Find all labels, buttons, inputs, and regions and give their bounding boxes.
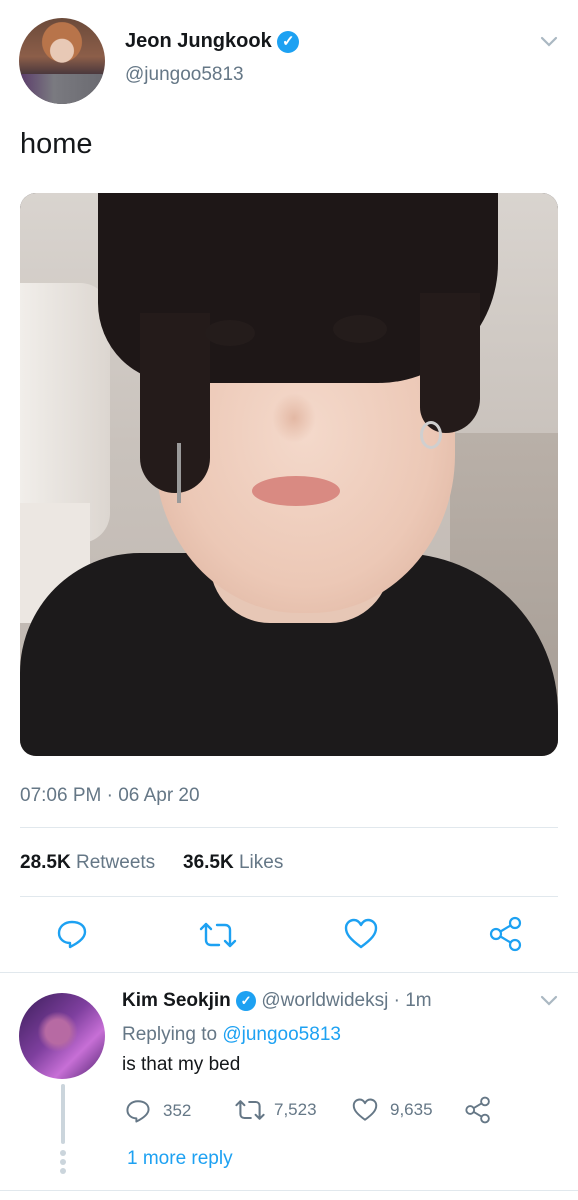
reply-like-action[interactable]: 9,635 [352,1098,433,1122]
tweet-timestamp[interactable]: 07:06 PM · 06 Apr 20 [20,785,200,807]
divider [20,827,558,828]
reply-header[interactable]: Kim Seokjin ✓ @worldwideksj · 1m [122,990,432,1012]
thread-line [61,1084,65,1144]
retweets-count: 28.5K [20,852,71,873]
reply-icon[interactable] [56,918,88,950]
reply-chevron-down-icon[interactable] [540,994,558,1012]
reply-text: is that my bed [122,1054,241,1075]
retweets-stat[interactable]: 28.5K Retweets [20,852,155,874]
reply-retweet-count: 7,523 [274,1100,317,1119]
share-icon[interactable] [464,1096,492,1124]
author-avatar[interactable] [19,18,105,104]
replying-handle-link[interactable]: @jungoo5813 [222,1024,341,1045]
reply-icon[interactable] [125,1098,151,1124]
reply-like-count: 9,635 [390,1100,433,1119]
verified-badge-icon: ✓ [277,30,300,53]
chevron-down-icon[interactable] [540,28,558,54]
author-handle[interactable]: @jungoo5813 [125,64,244,86]
author-name[interactable]: Jeon Jungkook [125,30,272,52]
thread-dot [60,1168,66,1174]
reply-time: · 1m [393,990,432,1011]
thread-dot [60,1159,66,1165]
divider [20,896,558,897]
reply-count: 352 [163,1101,192,1120]
reply-author-name[interactable]: Kim Seokjin [122,990,231,1011]
divider [0,972,578,973]
like-icon[interactable] [352,1098,378,1122]
more-replies-link[interactable]: 1 more reply [127,1148,233,1170]
likes-stat[interactable]: 36.5K Likes [183,852,283,874]
reply-reply-action[interactable]: 352 [125,1098,191,1124]
author-name-row[interactable]: Jeon Jungkook ✓ [125,30,300,53]
tweet-text: home [20,128,93,160]
retweets-label: Retweets [75,852,156,873]
replying-prefix: Replying to [122,1024,218,1045]
share-icon[interactable] [488,916,524,952]
likes-count: 36.5K [183,852,234,873]
tweet-photo[interactable] [20,193,558,756]
reply-author-handle[interactable]: @worldwideksj [261,990,388,1011]
likes-label: Likes [238,852,284,873]
retweet-icon[interactable] [198,920,238,950]
retweet-icon[interactable] [234,1098,266,1122]
divider [0,1190,578,1191]
verified-badge-icon: ✓ [236,990,257,1011]
reply-retweet-action[interactable]: 7,523 [234,1098,317,1122]
reply-author-avatar[interactable] [19,993,105,1079]
thread-dot [60,1150,66,1156]
replying-to: Replying to @jungoo5813 [122,1024,341,1046]
like-icon[interactable] [344,918,378,950]
